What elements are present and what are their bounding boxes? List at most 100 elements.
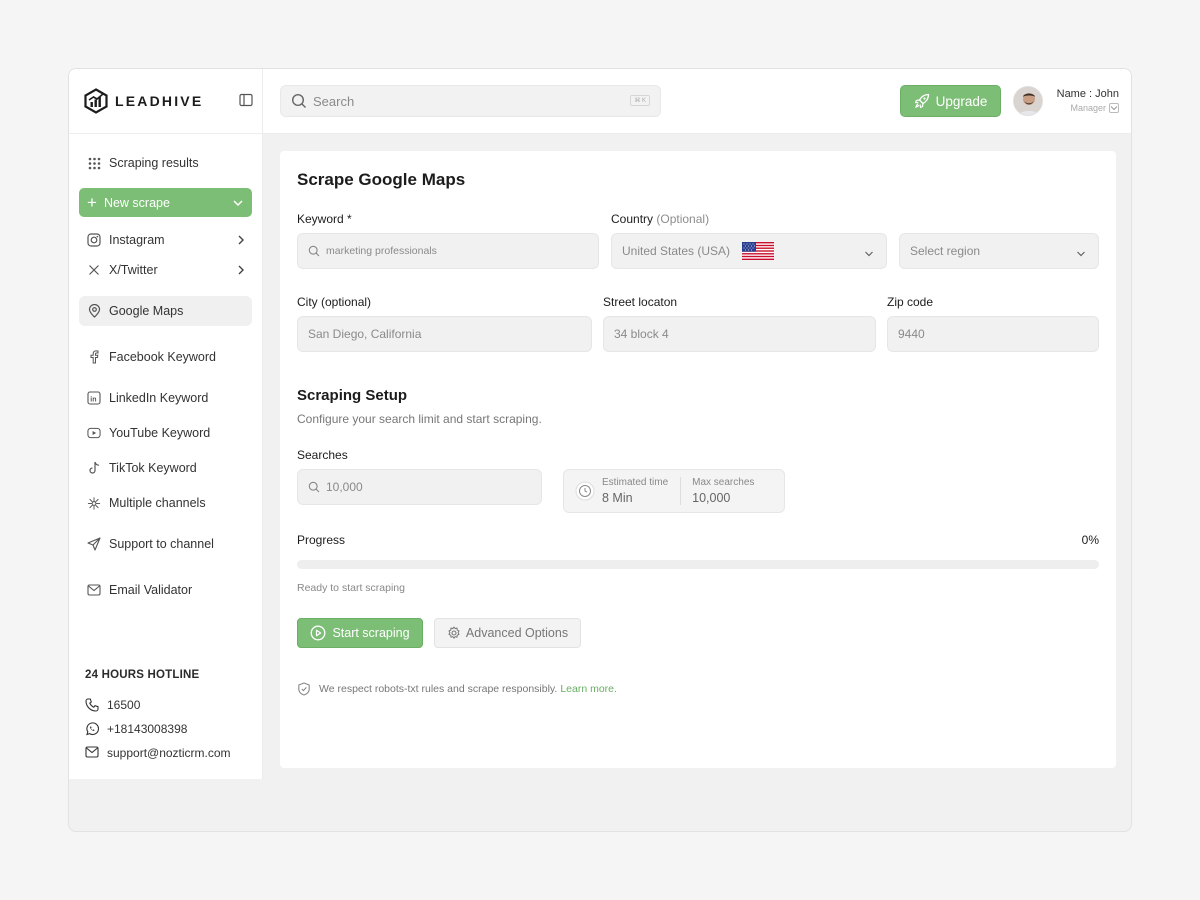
sidebar-item-tiktok-keyword[interactable]: TikTok Keyword xyxy=(79,453,252,483)
city-label: City (optional) xyxy=(297,295,372,309)
hotline-phone-text: 16500 xyxy=(107,698,141,712)
sidebar-item-google-maps[interactable]: Google Maps xyxy=(79,296,252,326)
max-searches-value: 10,000 xyxy=(692,491,731,505)
hotline-whatsapp[interactable]: +18143008398 xyxy=(85,717,255,741)
new-scrape-button[interactable]: + New scrape xyxy=(79,188,252,217)
search-icon xyxy=(291,93,307,109)
search-input[interactable] xyxy=(313,93,613,109)
mail-icon xyxy=(87,583,101,597)
progress-status: Ready to start scraping xyxy=(297,582,405,594)
facebook-icon xyxy=(87,350,101,364)
zip-label: Zip code xyxy=(887,295,934,309)
app-window: LEADHIVE Scraping results + New scrape I… xyxy=(68,68,1132,832)
shield-check-icon xyxy=(297,682,311,696)
country-label: Country (Optional) xyxy=(611,212,709,226)
sidebar-collapse-icon[interactable] xyxy=(239,93,253,107)
scraping-setup-title: Scraping Setup xyxy=(297,387,408,404)
start-scraping-label: Start scraping xyxy=(332,626,410,640)
instagram-icon xyxy=(87,233,101,247)
search-bar[interactable]: ⌘ K xyxy=(280,85,661,117)
gear-icon xyxy=(447,626,461,640)
sidebar-item-facebook-keyword[interactable]: Facebook Keyword xyxy=(79,342,252,372)
avatar[interactable] xyxy=(1013,86,1043,116)
street-field[interactable] xyxy=(603,316,876,352)
chevron-down-icon[interactable] xyxy=(1109,103,1119,113)
top-header: ⌘ K Upgrade Name : John Manager xyxy=(263,69,1131,134)
sidebar-item-email-validator[interactable]: Email Validator xyxy=(79,575,252,605)
search-shortcut-badge: ⌘ K xyxy=(630,95,650,106)
scrape-form-card: Scrape Google Maps Keyword * Country (Op… xyxy=(280,151,1116,768)
hotline-email[interactable]: support@nozticrm.com xyxy=(85,741,255,765)
sidebar-item-x-twitter[interactable]: X/Twitter xyxy=(79,255,252,285)
linkedin-icon: in xyxy=(87,391,101,405)
sidebar-item-label: Email Validator xyxy=(109,583,193,597)
sidebar-item-label: TikTok Keyword xyxy=(109,461,197,475)
city-input[interactable] xyxy=(308,327,581,341)
mail-icon xyxy=(85,746,99,760)
country-label-text: Country xyxy=(611,212,654,226)
tiktok-icon xyxy=(87,461,101,475)
robots-note: We respect robots-txt rules and scrape r… xyxy=(297,682,617,696)
searches-label: Searches xyxy=(297,448,348,462)
advanced-options-button[interactable]: Advanced Options xyxy=(434,618,581,648)
sidebar-item-label: Multiple channels xyxy=(109,496,206,510)
brand: LEADHIVE xyxy=(69,69,262,134)
progress-label: Progress xyxy=(297,533,346,547)
estimated-time-label: Estimated time xyxy=(602,477,669,488)
max-searches-stat: Max searches 10,000 xyxy=(692,477,766,505)
chevron-down-icon xyxy=(1076,247,1086,257)
brand-name: LEADHIVE xyxy=(115,93,204,109)
new-scrape-label: New scrape xyxy=(103,195,170,210)
hotline-title: 24 HOURS HOTLINE xyxy=(85,669,200,681)
estimated-time-stat: Estimated time 8 Min xyxy=(602,477,680,505)
region-select[interactable]: Select region xyxy=(899,233,1099,269)
advanced-options-label: Advanced Options xyxy=(465,626,569,640)
rocket-icon xyxy=(914,93,930,109)
scraping-setup-subtitle: Configure your search limit and start sc… xyxy=(297,412,542,426)
sidebar-item-label: Scraping results xyxy=(109,156,199,170)
sidebar-item-label: Google Maps xyxy=(109,304,184,318)
city-field[interactable] xyxy=(297,316,592,352)
user-role: Manager xyxy=(1053,103,1119,113)
search-icon xyxy=(308,245,320,257)
sidebar-item-label: Facebook Keyword xyxy=(109,350,217,364)
learn-more-link[interactable]: Learn more. xyxy=(560,683,617,695)
country-select[interactable]: United States (USA) xyxy=(611,233,887,269)
progress-percent: 0% xyxy=(1081,533,1099,547)
sidebar-item-label: X/Twitter xyxy=(109,263,158,277)
search-icon xyxy=(308,481,320,493)
upgrade-button[interactable]: Upgrade xyxy=(900,85,1001,117)
sidebar-item-youtube-keyword[interactable]: YouTube Keyword xyxy=(79,418,252,448)
hotline-phone[interactable]: 16500 xyxy=(85,693,255,717)
sidebar-item-multiple-channels[interactable]: Multiple channels xyxy=(79,488,252,518)
start-scraping-button[interactable]: Start scraping xyxy=(297,618,423,648)
play-circle-icon xyxy=(310,625,326,641)
phone-icon xyxy=(85,698,99,712)
searches-input[interactable] xyxy=(326,480,531,494)
robots-note-text: We respect robots-txt rules and scrape r… xyxy=(319,683,558,695)
sidebar-item-scraping-results[interactable]: Scraping results xyxy=(79,148,252,178)
keyword-field[interactable] xyxy=(297,233,599,269)
estimated-time-value: 8 Min xyxy=(602,491,633,505)
country-optional-text: (Optional) xyxy=(656,212,710,226)
zip-input[interactable] xyxy=(898,327,1088,341)
network-icon xyxy=(87,496,101,510)
sidebar-item-instagram[interactable]: Instagram xyxy=(79,225,252,255)
plus-icon: + xyxy=(87,193,97,212)
sidebar-item-linkedin-keyword[interactable]: in LinkedIn Keyword xyxy=(79,383,252,413)
street-input[interactable] xyxy=(614,327,865,341)
keyword-input[interactable] xyxy=(326,245,588,257)
hotline-section: 24 HOURS HOTLINE 16500 +18143008398 supp… xyxy=(85,669,255,765)
leadhive-logo-icon xyxy=(83,88,109,114)
youtube-icon xyxy=(87,426,101,440)
progress-bar xyxy=(297,560,1099,569)
hotline-email-text: support@nozticrm.com xyxy=(107,746,231,760)
zip-field[interactable] xyxy=(887,316,1099,352)
user-info[interactable]: Name : John Manager xyxy=(1053,88,1119,113)
searches-field[interactable] xyxy=(297,469,542,505)
sidebar-item-label: LinkedIn Keyword xyxy=(109,391,209,405)
chevron-right-icon xyxy=(236,264,246,276)
send-icon xyxy=(87,537,101,551)
chevron-down-icon xyxy=(864,247,874,257)
sidebar-item-support-to-channel[interactable]: Support to channel xyxy=(79,529,252,559)
